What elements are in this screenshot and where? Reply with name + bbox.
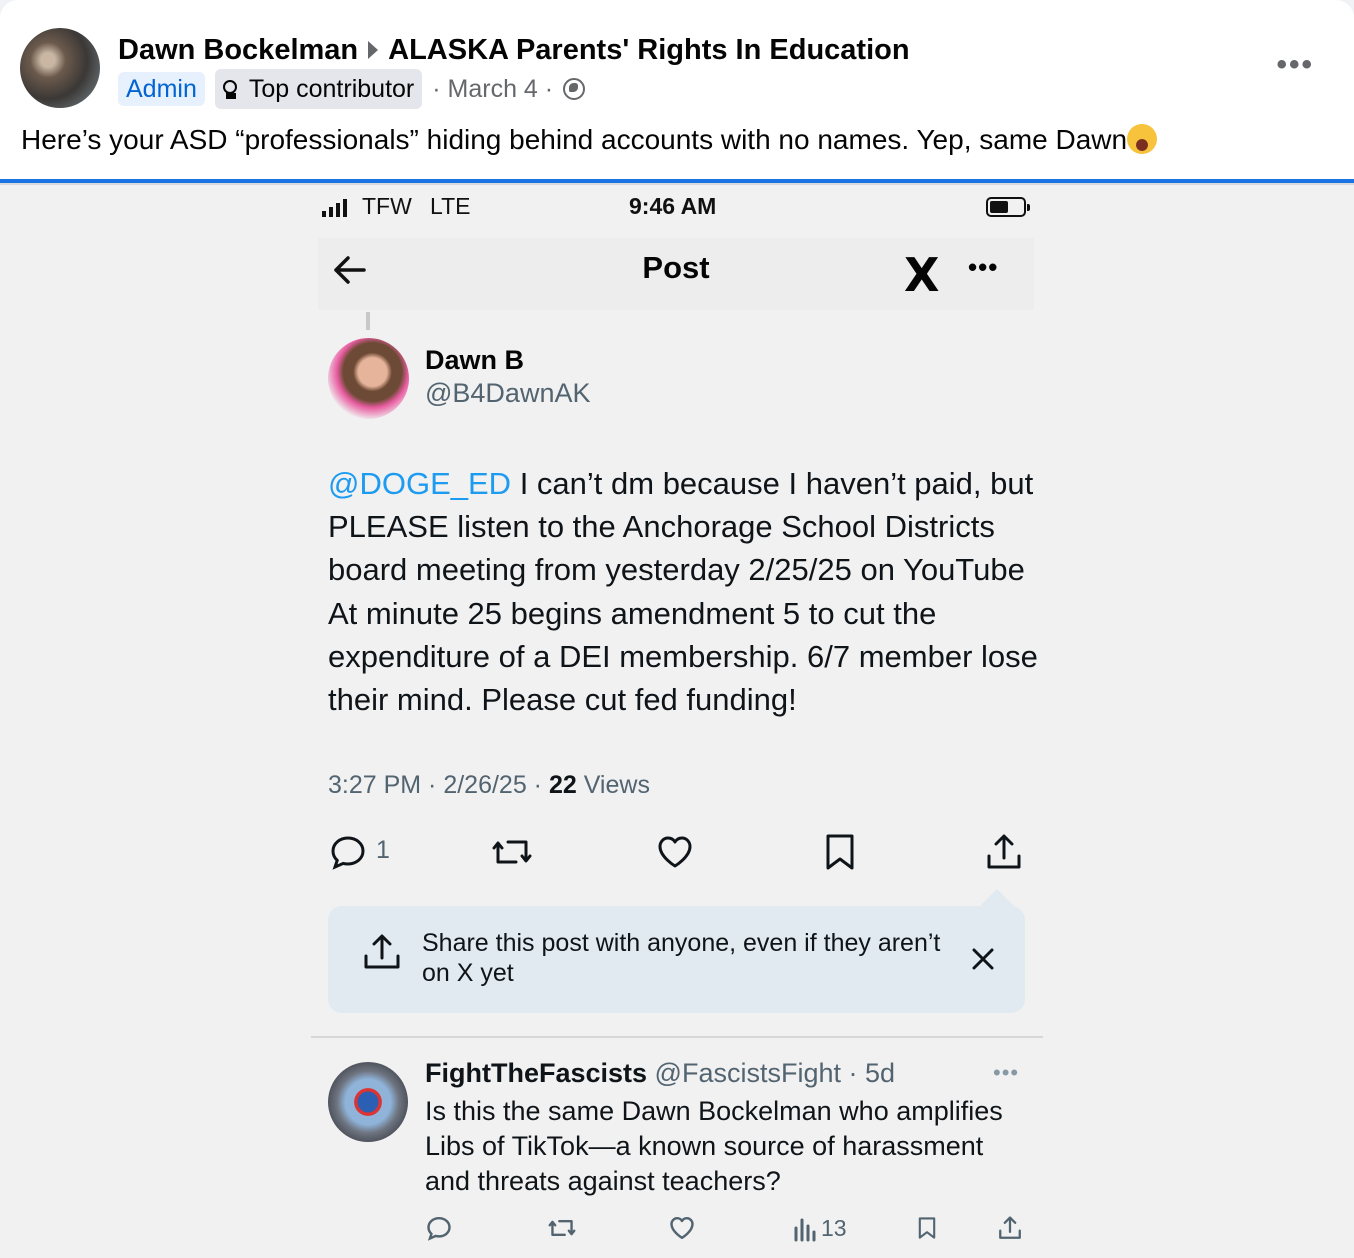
tweet-author-name: Dawn B <box>425 345 525 375</box>
post-text: Here’s your ASD “professionals” hiding b… <box>21 124 1128 155</box>
reply-share-icon <box>997 1214 1023 1244</box>
group-name[interactable]: ALASKA Parents' Rights In Education <box>388 34 909 67</box>
tweet-views-label: Views <box>576 771 650 799</box>
repost-icon <box>490 832 534 872</box>
tweet-author-handle: @B4DawnAK <box>425 378 591 408</box>
reply-repost-icon <box>547 1214 577 1244</box>
author-name[interactable]: Dawn Bockelman <box>118 34 358 67</box>
arrow-right-icon <box>368 41 379 59</box>
top-contributor-label: Top contributor <box>248 74 415 103</box>
reply-icon <box>328 832 368 872</box>
facebook-post-card: Dawn Bockelman ALASKA Parents' Rights In… <box>0 0 1354 1258</box>
thread-line <box>366 312 370 330</box>
post-text-row: Here’s your ASD “professionals” hiding b… <box>21 124 1158 156</box>
battery-icon <box>986 197 1030 217</box>
laughing-emoji-icon <box>1127 124 1158 154</box>
x-logo: X <box>904 248 940 302</box>
reply-author-avatar <box>328 1062 408 1142</box>
share-icon <box>362 932 402 972</box>
views-icon <box>793 1214 817 1244</box>
reply-author-handle: @FascistsFight · 5d <box>647 1058 896 1088</box>
network-type: LTE <box>430 193 471 219</box>
reply-author-name: FightTheFascists <box>425 1058 648 1088</box>
top-contributor-badge[interactable]: Top contributor <box>214 69 423 109</box>
tweet-mention: @DOGE_ED <box>328 466 512 501</box>
back-arrow-icon <box>330 250 370 290</box>
tweet-text: @DOGE_ED I can’t dm because I haven’t pa… <box>328 462 1048 721</box>
post-meta: Admin Top contributor · March 4 · <box>118 69 586 109</box>
status-time: 9:46 AM <box>629 193 717 219</box>
reply-divider <box>311 1036 1043 1038</box>
like-icon <box>655 832 695 872</box>
share-prompt-text: Share this post with anyone, even if the… <box>422 929 941 987</box>
signal-icon <box>322 199 347 217</box>
medal-icon <box>222 80 239 99</box>
phone-status-bar: TFW LTE 9:46 AM <box>322 193 1034 225</box>
x-more-icon: ••• <box>968 252 999 282</box>
globe-icon <box>563 78 586 100</box>
x-header-title: Post <box>642 250 710 285</box>
tweet-views-count: 22 <box>548 771 577 799</box>
tweet-meta: 3:27 PM · 2/26/25 · 22 Views <box>328 771 650 800</box>
tweet-body: I can’t dm because I haven’t paid, but P… <box>328 466 1038 718</box>
carrier-name: TFW <box>362 193 412 219</box>
reply-text: Is this the same Dawn Bockelman who ampl… <box>425 1096 1003 1196</box>
tweet-timestamp: 3:27 PM · 2/26/25 · <box>328 771 549 799</box>
post-options-button[interactable]: ••• <box>1276 48 1314 82</box>
close-icon <box>968 944 998 974</box>
post-header: Dawn Bockelman ALASKA Parents' Rights In… <box>118 30 910 70</box>
reply-views-count: 13 <box>821 1215 847 1241</box>
reply-like-icon <box>668 1214 696 1244</box>
reply-bookmark-icon <box>915 1214 939 1244</box>
author-avatar[interactable] <box>20 28 100 108</box>
share-icon <box>984 832 1024 872</box>
reply-more-icon: ••• <box>993 1060 1020 1085</box>
admin-badge[interactable]: Admin <box>118 72 205 106</box>
tweet-author-avatar <box>328 338 409 419</box>
reply-reply-icon <box>425 1214 453 1244</box>
reply-header: FightTheFascists @FascistsFight · 5d <box>425 1058 895 1089</box>
reply-count: 1 <box>376 836 390 864</box>
bookmark-icon <box>820 832 860 872</box>
post-date[interactable]: · March 4 · <box>432 75 553 104</box>
